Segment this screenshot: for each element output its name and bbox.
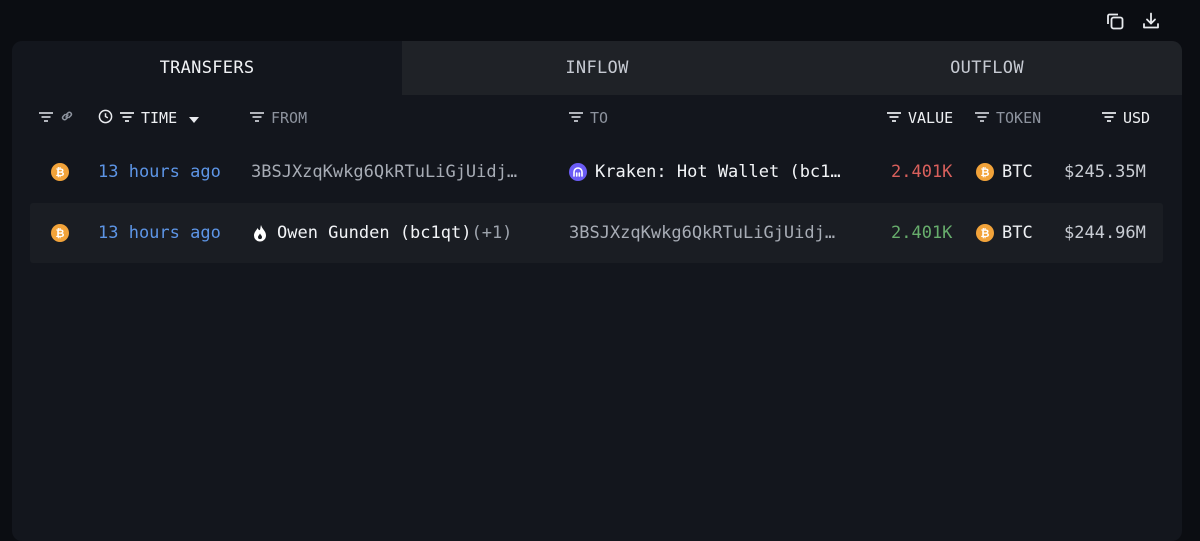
bitcoin-icon: ₿: [976, 224, 994, 242]
owen-gunden-icon: [251, 224, 269, 242]
download-icon[interactable]: [1140, 10, 1162, 32]
time-cell[interactable]: 13 hours ago: [98, 142, 221, 202]
toolbar: [1104, 10, 1162, 32]
token-cell[interactable]: ₿ BTC: [976, 203, 1033, 263]
from-address[interactable]: 3BSJXzqKwkg6QkRTuLiGjUidj…: [251, 142, 517, 202]
token-label: BTC: [1002, 162, 1033, 182]
from-entity-label: Owen Gunden (bc1qt): [277, 223, 472, 243]
usd-cell: $245.35M: [1064, 162, 1146, 182]
token-cell[interactable]: ₿ BTC: [976, 142, 1033, 202]
sort-desc-icon[interactable]: [189, 109, 200, 127]
filter-icon[interactable]: [974, 109, 990, 127]
header-token-label: TOKEN: [996, 109, 1042, 127]
chain-cell: ₿: [51, 203, 69, 263]
filter-icon[interactable]: [119, 109, 135, 127]
header-time-label: TIME: [141, 109, 178, 127]
header-value-label: VALUE: [908, 109, 954, 127]
copy-icon[interactable]: [1104, 10, 1126, 32]
bitcoin-icon: ₿: [976, 163, 994, 181]
to-address[interactable]: 3BSJXzqKwkg6QkRTuLiGjUidj…: [569, 203, 835, 263]
token-label: BTC: [1002, 223, 1033, 243]
time-cell[interactable]: 13 hours ago: [98, 203, 221, 263]
table-row[interactable]: ₿ 13 hours ago 3BSJXzqKwkg6QkRTuLiGjUidj…: [30, 142, 1163, 202]
bitcoin-icon: ₿: [51, 163, 69, 181]
to-entity[interactable]: Kraken: Hot Wallet (bc1…: [569, 142, 841, 202]
tab-outflow[interactable]: OUTFLOW: [792, 41, 1182, 95]
table-header: TIME FROM TO VALUE TOKEN USD: [12, 95, 1182, 141]
transfers-panel: TRANSFERS INFLOW OUTFLOW TIME FROM TO VA…: [12, 41, 1182, 541]
usd-cell: $244.96M: [1064, 223, 1146, 243]
header-to-label: TO: [590, 109, 609, 127]
filter-icon[interactable]: [886, 109, 902, 127]
from-extra-count[interactable]: (+1): [471, 223, 512, 243]
header-value[interactable]: VALUE: [886, 95, 953, 141]
clock-icon: [98, 109, 113, 128]
tab-bar: TRANSFERS INFLOW OUTFLOW: [12, 41, 1182, 95]
filter-icon[interactable]: [568, 109, 584, 127]
header-time[interactable]: TIME: [98, 95, 200, 141]
header-usd[interactable]: USD: [1101, 95, 1150, 141]
link-icon[interactable]: [60, 109, 74, 127]
header-from-label: FROM: [271, 109, 308, 127]
filter-icon[interactable]: [249, 109, 265, 127]
header-from[interactable]: FROM: [249, 95, 307, 141]
bitcoin-icon: ₿: [51, 224, 69, 242]
header-to[interactable]: TO: [568, 95, 608, 141]
filter-icon[interactable]: [38, 109, 54, 127]
filter-icon[interactable]: [1101, 109, 1117, 127]
tab-transfers[interactable]: TRANSFERS: [12, 41, 402, 95]
kraken-icon: [569, 163, 587, 181]
header-usd-label: USD: [1123, 109, 1151, 127]
value-cell: 2.401K: [891, 162, 953, 182]
value-cell: 2.401K: [891, 223, 953, 243]
chain-cell: ₿: [51, 142, 69, 202]
to-entity-label: Kraken: Hot Wallet (bc1…: [595, 162, 841, 182]
from-entity[interactable]: Owen Gunden (bc1qt) (+1): [251, 203, 512, 263]
tab-inflow[interactable]: INFLOW: [402, 41, 792, 95]
header-entity-filter: [38, 95, 74, 141]
header-token[interactable]: TOKEN: [974, 95, 1041, 141]
table-row[interactable]: ₿ 13 hours ago Owen Gunden (bc1qt) (+1) …: [30, 203, 1163, 263]
